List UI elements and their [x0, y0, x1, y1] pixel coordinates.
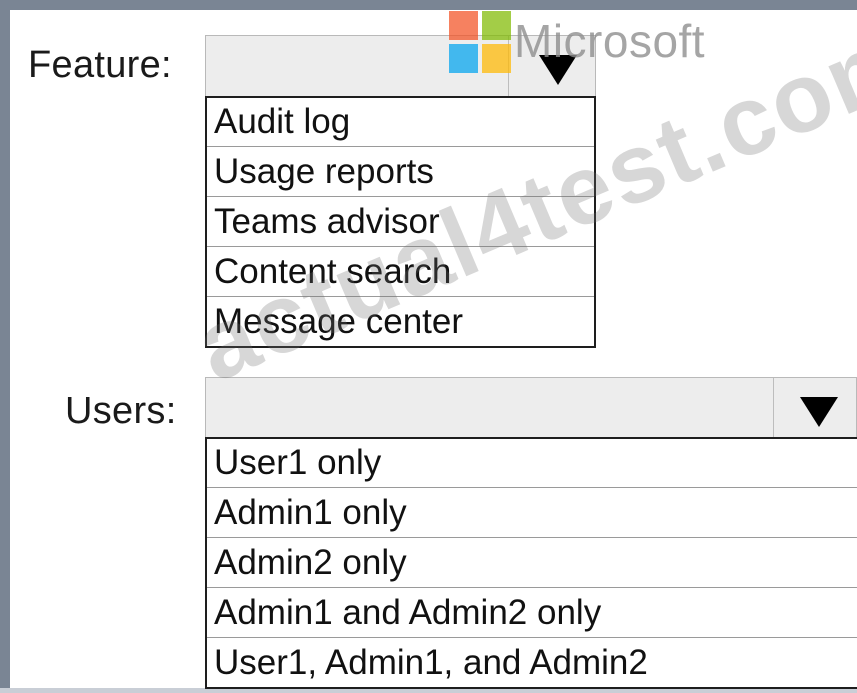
users-option-admin2-only[interactable]: Admin2 only	[207, 539, 857, 588]
chevron-down-icon[interactable]	[800, 397, 838, 427]
feature-label: Feature:	[28, 44, 172, 86]
users-option-all[interactable]: User1, Admin1, and Admin2	[207, 639, 857, 687]
users-options-list: User1 only Admin1 only Admin2 only Admin…	[205, 437, 857, 689]
microsoft-logo-icon	[449, 11, 511, 73]
users-option-admin1-and-admin2-only[interactable]: Admin1 and Admin2 only	[207, 589, 857, 638]
users-select-divider	[773, 378, 774, 438]
microsoft-watermark-text: Microsoft	[514, 15, 706, 67]
window-frame-left	[0, 0, 10, 693]
users-select[interactable]	[205, 377, 857, 439]
users-option-user1-only[interactable]: User1 only	[207, 439, 857, 488]
users-option-admin1-only[interactable]: Admin1 only	[207, 489, 857, 538]
window-frame-top	[0, 0, 857, 10]
users-label: Users:	[65, 390, 177, 432]
feature-option-audit-log[interactable]: Audit log	[207, 98, 594, 147]
